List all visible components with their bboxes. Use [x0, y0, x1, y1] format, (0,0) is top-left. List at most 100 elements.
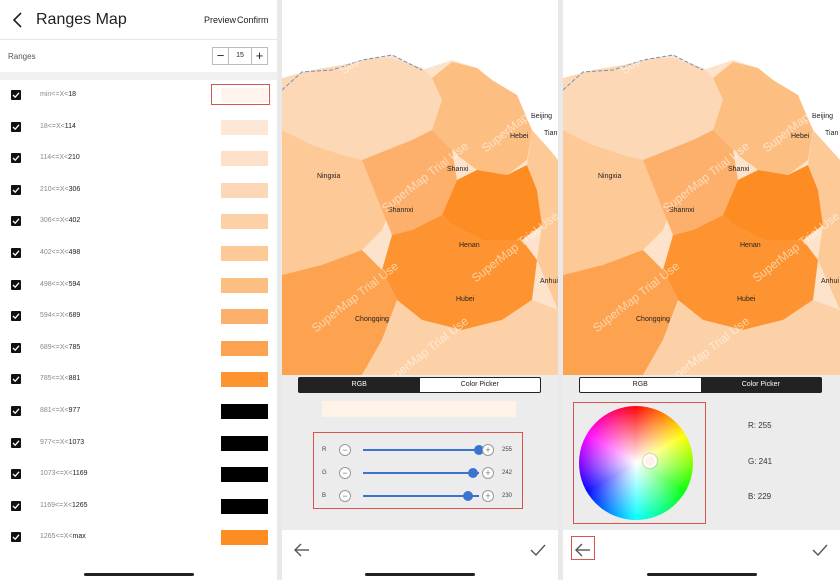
- arrow-left-icon[interactable]: [292, 540, 312, 560]
- slider-track[interactable]: [363, 472, 479, 474]
- list-item[interactable]: 1265<=X<max: [0, 522, 277, 554]
- range-bound: 1169: [72, 470, 88, 478]
- list-item[interactable]: 18<=X<114: [0, 112, 277, 144]
- minus-icon[interactable]: −: [339, 490, 351, 502]
- checkbox-checked-icon[interactable]: [11, 437, 21, 448]
- checkbox-checked-icon[interactable]: [11, 311, 21, 322]
- range-bound: 114: [64, 122, 76, 130]
- slider-handle[interactable]: [468, 468, 479, 478]
- checkbox-checked-icon[interactable]: [11, 469, 21, 480]
- range-condition: min<=X<: [40, 91, 69, 98]
- color-swatch[interactable]: [221, 309, 268, 325]
- bottom-toolbar: [563, 530, 840, 580]
- color-swatch[interactable]: [221, 530, 268, 546]
- tab-color-picker[interactable]: Color Picker: [420, 378, 541, 392]
- city-label: Ningxia: [317, 173, 341, 180]
- color-swatch[interactable]: [221, 246, 268, 261]
- map-view[interactable]: Ningxia Shanxi Shannxi Henan Hubei Chong…: [563, 0, 840, 375]
- checkbox-checked-icon[interactable]: [11, 406, 21, 416]
- ranges-count-row: Ranges − 15 +: [0, 44, 277, 70]
- header-bar: Ranges Map Preview Confirm: [0, 0, 277, 40]
- range-bound: 18: [68, 91, 77, 98]
- range-condition: 306<=X<: [40, 217, 69, 225]
- checkbox-checked-icon[interactable]: [11, 279, 21, 290]
- preview-button[interactable]: Preview: [204, 15, 236, 25]
- color-swatch[interactable]: [221, 277, 268, 293]
- minus-icon[interactable]: −: [339, 444, 351, 456]
- slider-value: 230: [502, 493, 513, 499]
- chevron-left-icon[interactable]: [8, 10, 28, 30]
- plus-icon[interactable]: +: [482, 490, 494, 502]
- color-swatch[interactable]: [221, 372, 268, 388]
- confirm-button[interactable]: Confirm: [237, 15, 269, 25]
- city-label: Hubei: [456, 296, 475, 303]
- checkbox-checked-icon[interactable]: [11, 153, 21, 164]
- list-item[interactable]: 785<=X<881: [0, 364, 277, 396]
- check-icon[interactable]: [528, 540, 548, 560]
- checkbox-checked-icon[interactable]: [11, 216, 21, 227]
- slider-row-g: G − +242: [314, 464, 524, 484]
- range-label: 1169<=X<1265: [40, 502, 88, 509]
- color-swatch[interactable]: [221, 340, 268, 356]
- checkbox-checked-icon[interactable]: [11, 532, 21, 543]
- city-label: Anhui: [540, 278, 558, 285]
- tab-color-picker[interactable]: Color Picker: [700, 378, 821, 392]
- tab-rgb[interactable]: RGB: [299, 378, 420, 392]
- slider-track[interactable]: [363, 449, 479, 451]
- checkbox-checked-icon[interactable]: [11, 121, 21, 132]
- color-swatch[interactable]: [221, 151, 268, 167]
- check-icon[interactable]: [810, 540, 830, 560]
- list-item[interactable]: 306<=X<402: [0, 206, 277, 238]
- minus-icon[interactable]: −: [339, 467, 351, 479]
- color-swatch[interactable]: [221, 182, 268, 198]
- list-item[interactable]: 210<=X<306: [0, 175, 277, 207]
- range-bound: 402: [68, 217, 81, 225]
- range-bound: 977: [68, 407, 81, 414]
- color-swatch[interactable]: [221, 404, 268, 419]
- range-bound: 498: [68, 249, 81, 256]
- slider-label: B: [322, 493, 327, 499]
- checkbox-checked-icon[interactable]: [11, 248, 21, 258]
- color-swatch[interactable]: [221, 467, 268, 483]
- plus-icon[interactable]: +: [482, 467, 494, 479]
- city-label: Tian: [825, 130, 839, 137]
- list-item[interactable]: 881<=X<977: [0, 396, 277, 428]
- checkbox-checked-icon[interactable]: [11, 184, 21, 195]
- color-wheel-handle[interactable]: [643, 454, 657, 468]
- range-bound: 689: [68, 312, 81, 320]
- list-item[interactable]: 977<=X<1073: [0, 428, 277, 460]
- map-view[interactable]: Ningxia Shanxi Shannxi Henan Hubei Chong…: [282, 0, 558, 375]
- color-swatch[interactable]: [221, 498, 268, 514]
- list-item[interactable]: 114<=X<210: [0, 143, 277, 175]
- color-wheel[interactable]: [579, 406, 693, 520]
- slider-handle[interactable]: [462, 491, 473, 501]
- color-swatch[interactable]: [221, 435, 268, 451]
- checkbox-checked-icon[interactable]: [11, 342, 21, 353]
- list-item[interactable]: 594<=X<689: [0, 301, 277, 333]
- ranges-count-value[interactable]: 15: [229, 52, 251, 59]
- color-wheel-highlight: [573, 402, 706, 524]
- rgb-sliders: R − +255 G − +242 B − +230: [313, 432, 523, 509]
- list-item[interactable]: 402<=X<498: [0, 238, 277, 270]
- slider-track[interactable]: [363, 495, 479, 497]
- color-mode-tabs: RGB Color Picker: [579, 377, 822, 393]
- list-item[interactable]: 498<=X<594: [0, 270, 277, 302]
- checkbox-checked-icon[interactable]: [11, 90, 21, 100]
- increment-button[interactable]: +: [251, 48, 267, 64]
- range-condition: 18<=X<: [40, 122, 65, 130]
- checkbox-checked-icon[interactable]: [11, 500, 21, 511]
- list-item[interactable]: 689<=X<785: [0, 333, 277, 365]
- tab-rgb[interactable]: RGB: [580, 378, 701, 392]
- selected-swatch-highlight: [211, 84, 270, 105]
- list-item[interactable]: 1073<=X<1169: [0, 459, 277, 491]
- decrement-button[interactable]: −: [213, 48, 229, 64]
- range-label: 114<=X<210: [40, 154, 80, 161]
- checkbox-checked-icon[interactable]: [11, 374, 21, 385]
- range-bound: 785: [68, 343, 81, 351]
- list-item[interactable]: 1169<=X<1265: [0, 491, 277, 523]
- range-condition: 498<=X<: [40, 280, 69, 288]
- color-swatch[interactable]: [221, 214, 268, 230]
- plus-icon[interactable]: +: [482, 444, 494, 456]
- range-label: 881<=X<977: [40, 407, 80, 414]
- color-swatch[interactable]: [221, 119, 268, 135]
